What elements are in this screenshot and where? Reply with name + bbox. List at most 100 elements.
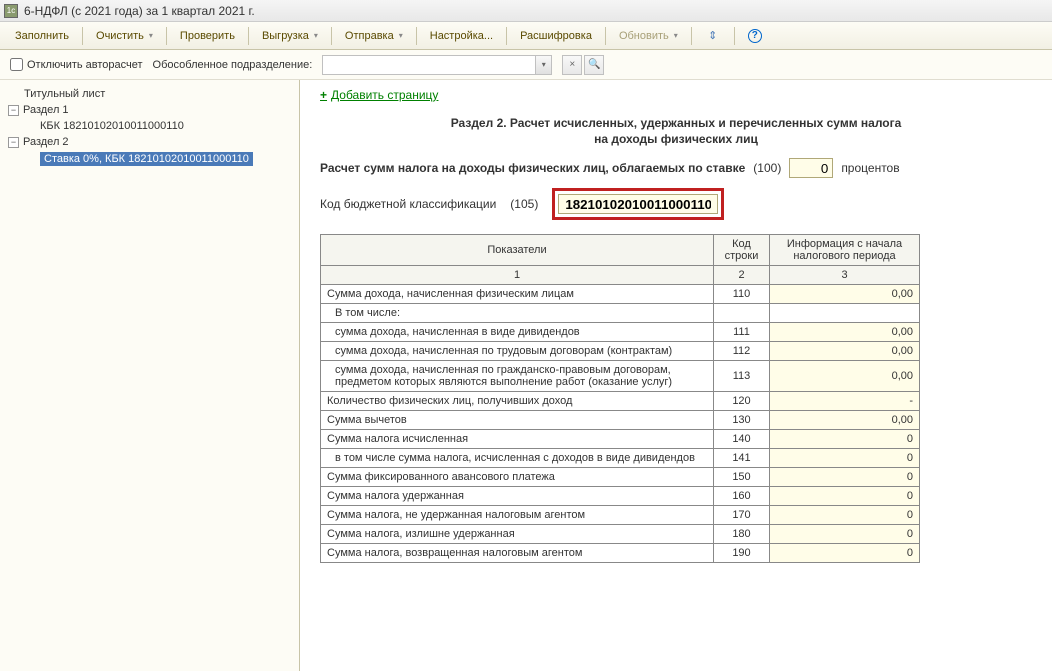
row-value[interactable]: - (770, 392, 920, 411)
kbk-row: Код бюджетной классификации (105) (320, 188, 1032, 220)
collapse-icon[interactable]: − (8, 105, 19, 116)
table-row: Сумма налога исчисленная1400 (321, 430, 920, 449)
subheader-3: 3 (770, 266, 920, 285)
row-value[interactable]: 0 (770, 544, 920, 563)
disable-autocalc-label: Отключить авторасчет (27, 59, 143, 71)
row-value[interactable]: 0,00 (770, 342, 920, 361)
subheader-1: 1 (321, 266, 714, 285)
row-label: В том числе: (321, 304, 714, 323)
kbk-input[interactable] (558, 194, 718, 214)
table-row: Сумма налога, не удержанная налоговым аг… (321, 506, 920, 525)
row-value[interactable]: 0 (770, 487, 920, 506)
export-button[interactable]: Выгрузка (253, 26, 327, 46)
row-value[interactable]: 0,00 (770, 361, 920, 392)
help-button[interactable]: ? (739, 25, 771, 47)
toolbar-sep (82, 27, 83, 45)
rate-input[interactable] (789, 158, 833, 178)
clear-subdivision-button[interactable]: × (562, 55, 582, 75)
table-row: В том числе: (321, 304, 920, 323)
toolbar-sep (416, 27, 417, 45)
toolbar-sep (691, 27, 692, 45)
window-titlebar: 1c 6-НДФЛ (с 2021 года) за 1 квартал 202… (0, 0, 1052, 22)
options-bar: Отключить авторасчет Обособленное подраз… (0, 50, 1052, 80)
row-code (714, 304, 770, 323)
subdivision-tools: × 🔍 (562, 55, 604, 75)
search-subdivision-button[interactable]: 🔍 (584, 55, 604, 75)
tree-section2[interactable]: −Раздел 2 (4, 134, 295, 150)
row-value[interactable]: 0 (770, 449, 920, 468)
decode-button[interactable]: Расшифровка (511, 26, 601, 46)
toolbar-sep (331, 27, 332, 45)
clear-button[interactable]: Очистить (87, 26, 162, 46)
dimensions-button[interactable]: ⇕ (696, 24, 730, 48)
row-value[interactable]: 0 (770, 468, 920, 487)
header-indicator: Показатели (321, 235, 714, 266)
toolbar-sep (166, 27, 167, 45)
subdivision-select[interactable]: ▾ (322, 55, 552, 75)
tree-rate-kbk[interactable]: Ставка 0%, КБК 18210102010011000110 (4, 150, 295, 168)
row-code: 170 (714, 506, 770, 525)
row-label: в том числе сумма налога, исчисленная с … (321, 449, 714, 468)
main-panel: Добавить страницу Раздел 2. Расчет исчис… (300, 80, 1052, 671)
row-code: 180 (714, 525, 770, 544)
disable-autocalc-checkbox[interactable]: Отключить авторасчет (10, 58, 143, 71)
main-toolbar: Заполнить Очистить Проверить Выгрузка От… (0, 22, 1052, 50)
row-code: 111 (714, 323, 770, 342)
tax-rate-row: Расчет сумм налога на доходы физических … (320, 158, 1032, 178)
table-row: в том числе сумма налога, исчисленная с … (321, 449, 920, 468)
table-subheader-row: 1 2 3 (321, 266, 920, 285)
row-code: 141 (714, 449, 770, 468)
row-label: сумма дохода, начисленная по гражданско-… (321, 361, 714, 392)
subheader-2: 2 (714, 266, 770, 285)
row-code: 120 (714, 392, 770, 411)
send-button[interactable]: Отправка (336, 26, 412, 46)
row-code: 190 (714, 544, 770, 563)
table-row: сумма дохода, начисленная в виде дивиден… (321, 323, 920, 342)
table-row: Сумма дохода, начисленная физическим лиц… (321, 285, 920, 304)
row-code: 113 (714, 361, 770, 392)
tree-section1[interactable]: −Раздел 1 (4, 102, 295, 118)
row-value[interactable]: 0,00 (770, 323, 920, 342)
row-code: 140 (714, 430, 770, 449)
toolbar-sep (248, 27, 249, 45)
row-label: Сумма фиксированного авансового платежа (321, 468, 714, 487)
row-value (770, 304, 920, 323)
section-title-line1: Раздел 2. Расчет исчисленных, удержанных… (320, 116, 1032, 130)
row-label: Сумма налога исчисленная (321, 430, 714, 449)
rate-label: Расчет сумм налога на доходы физических … (320, 161, 745, 175)
row-label: Количество физических лиц, получивших до… (321, 392, 714, 411)
row-value[interactable]: 0 (770, 506, 920, 525)
row-label: Сумма вычетов (321, 411, 714, 430)
row-label: Сумма налога удержанная (321, 487, 714, 506)
row-value[interactable]: 0,00 (770, 411, 920, 430)
kbk-highlight (552, 188, 724, 220)
header-info: Информация с начала налогового периода (770, 235, 920, 266)
row-label: Сумма налога, излишне удержанная (321, 525, 714, 544)
navigation-tree: Титульный лист −Раздел 1 КБК 18210102010… (0, 80, 300, 671)
settings-button[interactable]: Настройка... (421, 26, 502, 46)
table-row: сумма дохода, начисленная по гражданско-… (321, 361, 920, 392)
toolbar-sep (605, 27, 606, 45)
row-value[interactable]: 0,00 (770, 285, 920, 304)
row-value[interactable]: 0 (770, 525, 920, 544)
fill-button[interactable]: Заполнить (6, 26, 78, 46)
row-code: 112 (714, 342, 770, 361)
refresh-button[interactable]: Обновить (610, 26, 687, 46)
table-row: Сумма налога, возвращенная налоговым аге… (321, 544, 920, 563)
indicators-table: Показатели Код строки Информация с начал… (320, 234, 920, 563)
help-icon: ? (748, 29, 762, 43)
tree-kbk1[interactable]: КБК 18210102010011000110 (4, 118, 295, 134)
collapse-icon[interactable]: − (8, 137, 19, 148)
disable-autocalc-input[interactable] (10, 58, 23, 71)
subdivision-label: Обособленное подразделение: (153, 59, 313, 71)
table-row: Количество физических лиц, получивших до… (321, 392, 920, 411)
check-button[interactable]: Проверить (171, 26, 244, 46)
dropdown-icon[interactable]: ▾ (535, 56, 551, 74)
row-value[interactable]: 0 (770, 430, 920, 449)
add-page-link[interactable]: Добавить страницу (320, 88, 438, 102)
tree-title-page[interactable]: Титульный лист (4, 86, 295, 102)
row-code: 160 (714, 487, 770, 506)
row-label: Сумма налога, возвращенная налоговым аге… (321, 544, 714, 563)
row-label: сумма дохода, начисленная по трудовым до… (321, 342, 714, 361)
table-row: Сумма фиксированного авансового платежа1… (321, 468, 920, 487)
